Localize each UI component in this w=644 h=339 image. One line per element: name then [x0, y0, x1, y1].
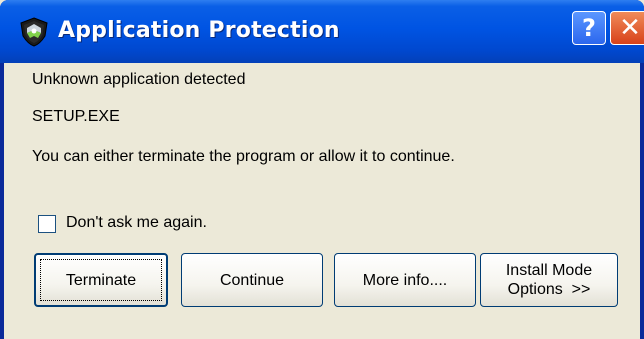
focus-rectangle	[40, 259, 162, 301]
close-icon: ✕	[619, 13, 641, 43]
dialog-window: Application Protection ? ✕ Unknown appli…	[0, 0, 644, 339]
install-mode-options-button[interactable]: Install Mode Options >>	[480, 253, 618, 307]
more-info-button[interactable]: More info....	[334, 253, 476, 307]
dialog-body: Unknown application detected SETUP.EXE Y…	[4, 63, 640, 339]
install-mode-line1: Install Mode	[505, 262, 593, 279]
install-mode-line2: Options >>	[507, 281, 591, 298]
detection-message: Unknown application detected	[32, 71, 246, 88]
application-filename: SETUP.EXE	[32, 108, 120, 125]
instruction-message: You can either terminate the program or …	[32, 148, 455, 165]
more-info-label: More info....	[362, 271, 448, 289]
continue-label: Continue	[219, 271, 285, 289]
title-bar[interactable]: Application Protection ? ✕	[0, 0, 644, 63]
help-button[interactable]: ?	[572, 11, 606, 45]
dont-ask-label[interactable]: Don't ask me again.	[66, 214, 207, 232]
shield-icon	[20, 17, 48, 47]
dont-ask-checkbox[interactable]	[38, 215, 56, 233]
continue-button[interactable]: Continue	[181, 253, 323, 307]
window-title: Application Protection	[58, 18, 340, 43]
terminate-button[interactable]: Terminate	[34, 253, 168, 307]
help-icon: ?	[582, 14, 596, 42]
install-mode-label: Install Mode Options >>	[506, 261, 592, 299]
close-button[interactable]: ✕	[610, 11, 644, 45]
